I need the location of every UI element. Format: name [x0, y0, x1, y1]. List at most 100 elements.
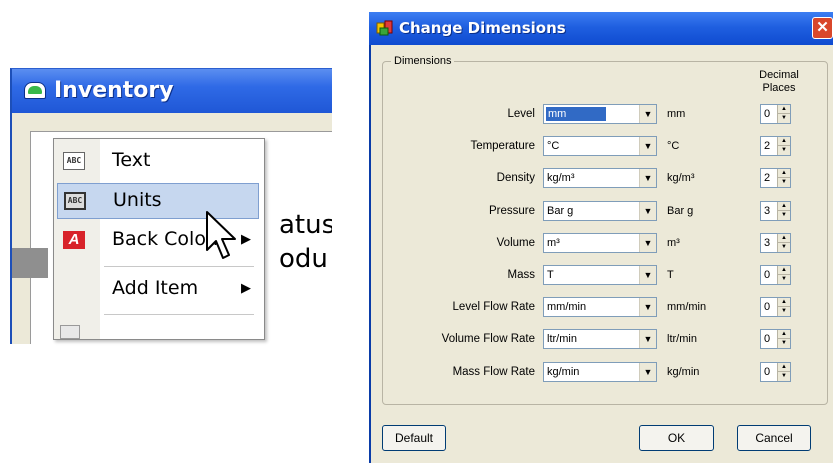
dimension-row: Volume m³ ▼ m³ 3 ▲ ▼ [371, 232, 833, 255]
dimension-label: Pressure [488, 204, 535, 217]
spinner-buttons: ▲ ▼ [777, 266, 790, 284]
spin-up-icon[interactable]: ▲ [778, 169, 790, 179]
decimal-places-value: 0 [764, 365, 771, 378]
decimal-places-value: 0 [764, 269, 771, 281]
spin-down-icon[interactable]: ▼ [778, 114, 790, 123]
unit-dropdown-value: kg/m³ [547, 172, 575, 185]
spin-up-icon[interactable]: ▲ [778, 202, 790, 211]
spin-down-icon[interactable]: ▼ [778, 211, 790, 220]
menu-separator [104, 266, 254, 267]
spin-down-icon[interactable]: ▼ [778, 339, 790, 348]
decimal-header-line-1: Decimal [759, 69, 799, 81]
decimal-header-line-2: Places [762, 82, 796, 94]
close-button[interactable]: ✕ [812, 17, 833, 39]
unit-dropdown[interactable]: kg/m³ ▼ [543, 168, 657, 189]
unit-dropdown[interactable]: mm ▼ [543, 104, 657, 124]
spin-up-icon[interactable]: ▲ [778, 266, 790, 275]
decimal-places-spinner[interactable]: 0 ▲ ▼ [760, 329, 791, 350]
unit-label: °C [667, 140, 680, 153]
spin-up-icon[interactable]: ▲ [778, 330, 790, 340]
spin-down-icon[interactable]: ▼ [778, 307, 790, 316]
unit-dropdown-value: ltr/min [547, 333, 577, 346]
spin-up-icon[interactable]: ▲ [778, 105, 790, 114]
dialog-title: Change Dimensions [399, 19, 566, 37]
decimal-places-spinner[interactable]: 2 ▲ ▼ [760, 136, 791, 157]
dimension-row: Mass T ▼ T 0 ▲ ▼ [371, 265, 833, 287]
submenu-arrow-icon: ▶ [241, 231, 251, 246]
unit-dropdown[interactable]: ltr/min ▼ [543, 329, 657, 350]
spin-up-icon[interactable]: ▲ [778, 298, 790, 308]
unit-label: kg/min [667, 365, 700, 378]
unit-label: mm/min [667, 301, 707, 314]
unit-dropdown-value: kg/min [547, 365, 580, 378]
decimal-places-spinner[interactable]: 0 ▲ ▼ [760, 361, 791, 382]
decimal-places-value: 0 [764, 333, 771, 346]
decimal-places-spinner[interactable]: 0 ▲ ▼ [760, 104, 791, 124]
spin-up-icon[interactable]: ▲ [778, 363, 790, 372]
chevron-down-icon[interactable]: ▼ [639, 233, 656, 252]
menu-item-text[interactable]: ABC Text [57, 144, 259, 180]
unit-label: mm [667, 108, 686, 120]
decimal-places-value: 0 [764, 108, 771, 120]
spin-down-icon[interactable]: ▼ [778, 372, 790, 381]
spin-down-icon[interactable]: ▼ [778, 146, 790, 155]
menu-item-label: Units [113, 189, 162, 211]
unit-dropdown-value: mm/min [547, 301, 587, 314]
dimension-label: Temperature [470, 140, 535, 153]
chevron-down-icon[interactable]: ▼ [639, 330, 656, 349]
default-button[interactable]: Default [382, 425, 446, 451]
spinner-buttons: ▲ ▼ [777, 233, 790, 252]
chevron-down-icon[interactable]: ▼ [639, 201, 656, 220]
unit-dropdown-value: m³ [547, 236, 560, 249]
spin-down-icon[interactable]: ▼ [778, 275, 790, 284]
unit-dropdown[interactable]: kg/min ▼ [543, 361, 657, 382]
group-label: Dimensions [391, 55, 455, 67]
dimension-row: Density kg/m³ ▼ kg/m³ 2 ▲ ▼ [371, 168, 833, 190]
chevron-down-icon[interactable]: ▼ [639, 298, 656, 317]
inventory-side-panel [12, 248, 48, 278]
abc-units-icon: ABC [64, 192, 86, 210]
decimal-places-spinner[interactable]: 3 ▲ ▼ [760, 232, 791, 253]
spinner-buttons: ▲ ▼ [777, 298, 790, 317]
spinner-buttons: ▲ ▼ [777, 330, 790, 349]
unit-dropdown[interactable]: T ▼ [543, 265, 657, 285]
inventory-app-icon [24, 82, 46, 99]
dimension-label: Volume [496, 236, 535, 249]
unit-label: Bar g [667, 204, 694, 217]
chevron-down-icon[interactable]: ▼ [639, 105, 656, 123]
spin-down-icon[interactable]: ▼ [778, 243, 790, 252]
decimal-places-header: Decimal Places [755, 69, 803, 95]
spinner-buttons: ▲ ▼ [777, 105, 790, 123]
spin-down-icon[interactable]: ▼ [778, 178, 790, 187]
unit-dropdown-value: °C [547, 140, 560, 153]
menu-item-add-item[interactable]: Add Item ▶ [57, 272, 259, 308]
inventory-titlebar[interactable]: Inventory [12, 69, 332, 113]
chevron-down-icon[interactable]: ▼ [639, 137, 656, 156]
chevron-down-icon[interactable]: ▼ [639, 169, 656, 188]
decimal-places-spinner[interactable]: 0 ▲ ▼ [760, 265, 791, 285]
cancel-button[interactable]: Cancel [737, 425, 811, 451]
decimal-places-value: 2 [764, 172, 771, 185]
unit-dropdown[interactable]: Bar g ▼ [543, 200, 657, 221]
decimal-places-spinner[interactable]: 2 ▲ ▼ [760, 168, 791, 189]
decimal-places-spinner[interactable]: 3 ▲ ▼ [760, 200, 791, 221]
menu-separator [104, 314, 254, 315]
ok-button[interactable]: OK [639, 425, 714, 451]
inventory-title: Inventory [54, 78, 174, 103]
unit-dropdown[interactable]: °C ▼ [543, 136, 657, 157]
dialog-titlebar[interactable]: Change Dimensions ✕ [369, 12, 833, 45]
dimension-row: Mass Flow Rate kg/min ▼ kg/min 0 ▲ ▼ [371, 361, 833, 384]
decimal-places-value: 3 [764, 204, 771, 217]
unit-dropdown[interactable]: m³ ▼ [543, 232, 657, 253]
decimal-places-value: 2 [764, 140, 771, 153]
unit-dropdown[interactable]: mm/min ▼ [543, 297, 657, 318]
spin-up-icon[interactable]: ▲ [778, 137, 790, 147]
unit-label: kg/m³ [667, 172, 695, 185]
chevron-down-icon[interactable]: ▼ [639, 266, 656, 284]
unit-dropdown-value: mm [546, 107, 607, 121]
chevron-down-icon[interactable]: ▼ [639, 362, 656, 381]
dimension-label: Mass Flow Rate [452, 365, 535, 378]
decimal-places-spinner[interactable]: 0 ▲ ▼ [760, 297, 791, 318]
spin-up-icon[interactable]: ▲ [778, 234, 790, 243]
dimension-row: Level mm ▼ mm 0 ▲ ▼ [371, 104, 833, 126]
